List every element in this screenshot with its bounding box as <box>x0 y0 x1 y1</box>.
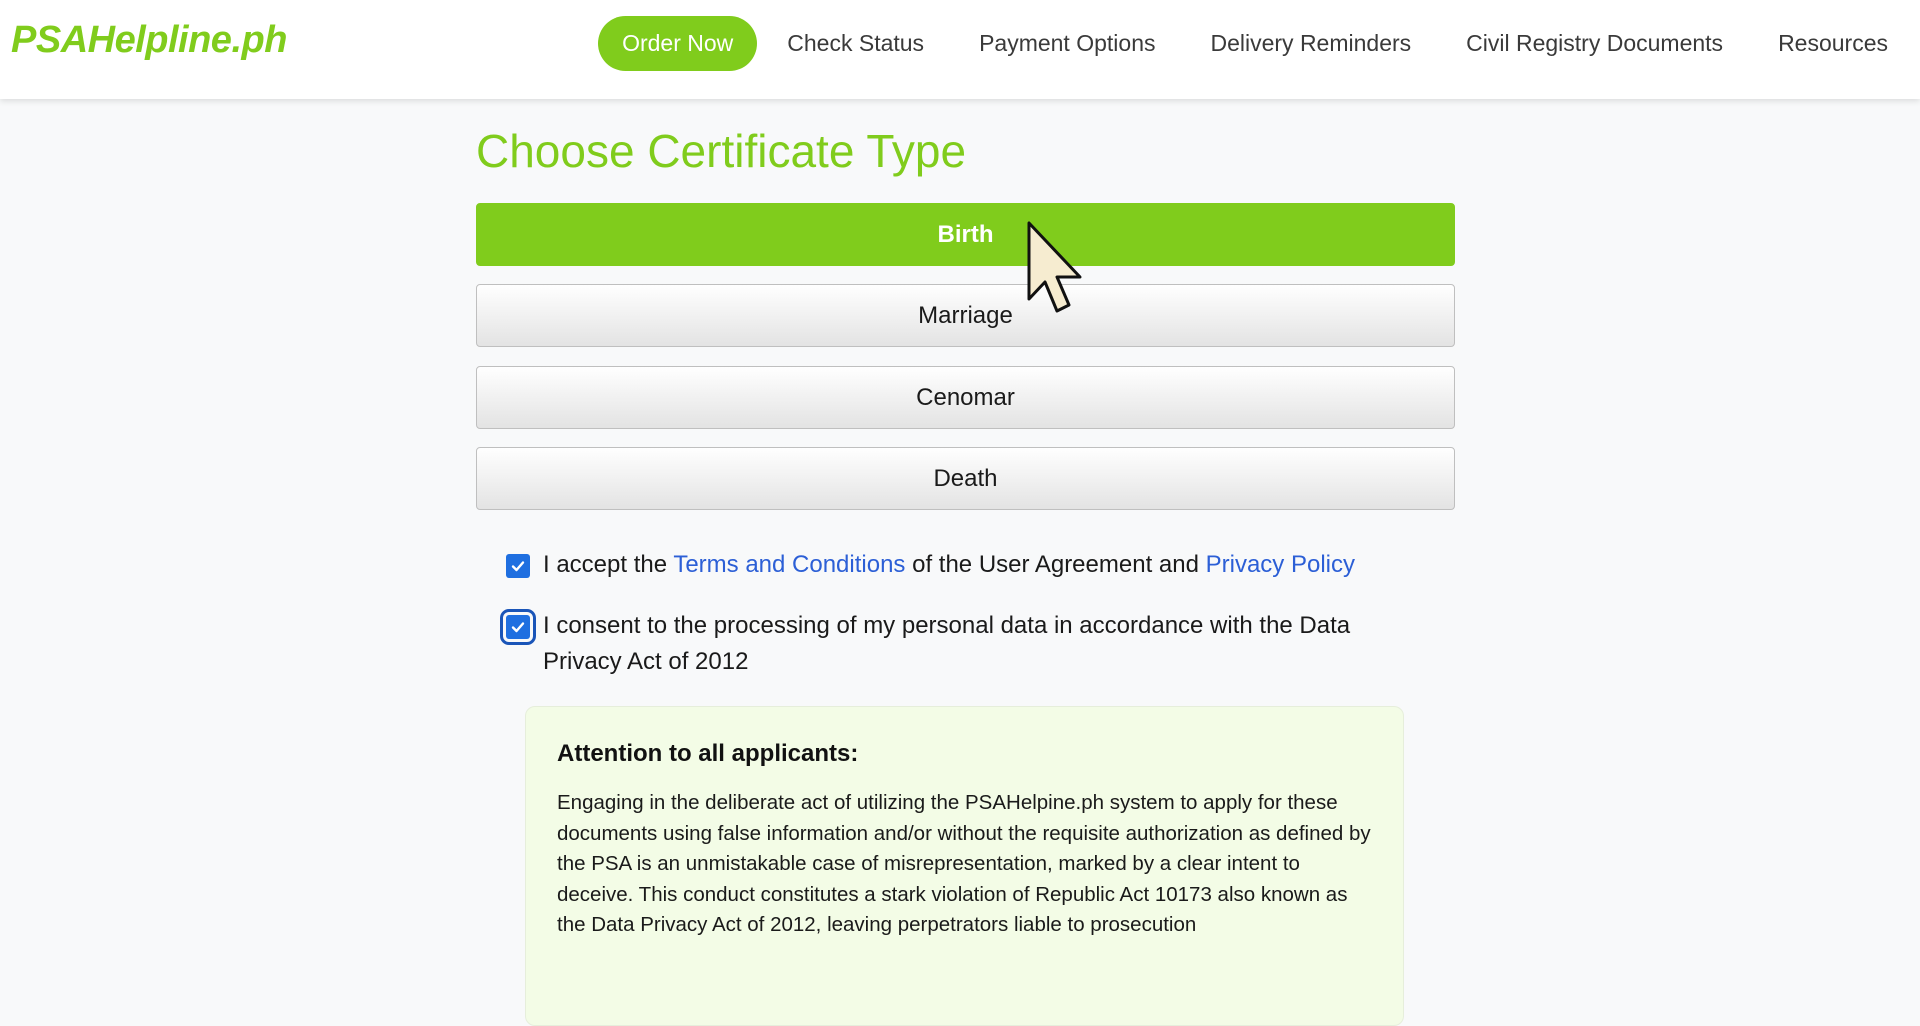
nav-order-now-button[interactable]: Order Now <box>598 16 758 71</box>
attention-notice: Attention to all applicants: Engaging in… <box>525 706 1404 1026</box>
consent-label: I consent to the processing of my person… <box>543 612 1351 675</box>
main-nav: Order Now Check Status Payment Options D… <box>598 16 1888 71</box>
nav-check-status[interactable]: Check Status <box>787 30 924 57</box>
consent-checkbox[interactable] <box>500 609 536 645</box>
site-logo[interactable]: PSAHelpline.ph <box>11 19 287 62</box>
terms-and-conditions-link[interactable]: Terms and Conditions <box>673 551 905 578</box>
death-certificate-button[interactable]: Death <box>476 447 1455 510</box>
nav-resources[interactable]: Resources <box>1778 30 1888 57</box>
checkmark-icon <box>511 622 525 633</box>
attention-body: Engaging in the deliberate act of utiliz… <box>557 791 1371 936</box>
marriage-certificate-button[interactable]: Marriage <box>476 284 1455 347</box>
checkmark-icon <box>511 561 525 572</box>
top-navbar: PSAHelpline.ph Order Now Check Status Pa… <box>0 0 1920 99</box>
terms-middle-text: of the User Agreement and <box>905 551 1206 578</box>
cenomar-certificate-button[interactable]: Cenomar <box>476 366 1455 429</box>
terms-label: I accept the Terms and Conditions of the… <box>543 547 1403 583</box>
nav-civil-registry-documents[interactable]: Civil Registry Documents <box>1466 30 1723 57</box>
nav-delivery-reminders[interactable]: Delivery Reminders <box>1210 30 1411 57</box>
nav-payment-options[interactable]: Payment Options <box>979 30 1155 57</box>
birth-certificate-button[interactable]: Birth <box>476 203 1455 266</box>
privacy-policy-link[interactable]: Privacy Policy <box>1206 551 1355 578</box>
terms-checkbox[interactable] <box>506 554 530 578</box>
page-title: Choose Certificate Type <box>476 125 967 177</box>
terms-prefix-text: I accept the <box>543 551 674 578</box>
attention-title: Attention to all applicants: <box>557 740 859 767</box>
